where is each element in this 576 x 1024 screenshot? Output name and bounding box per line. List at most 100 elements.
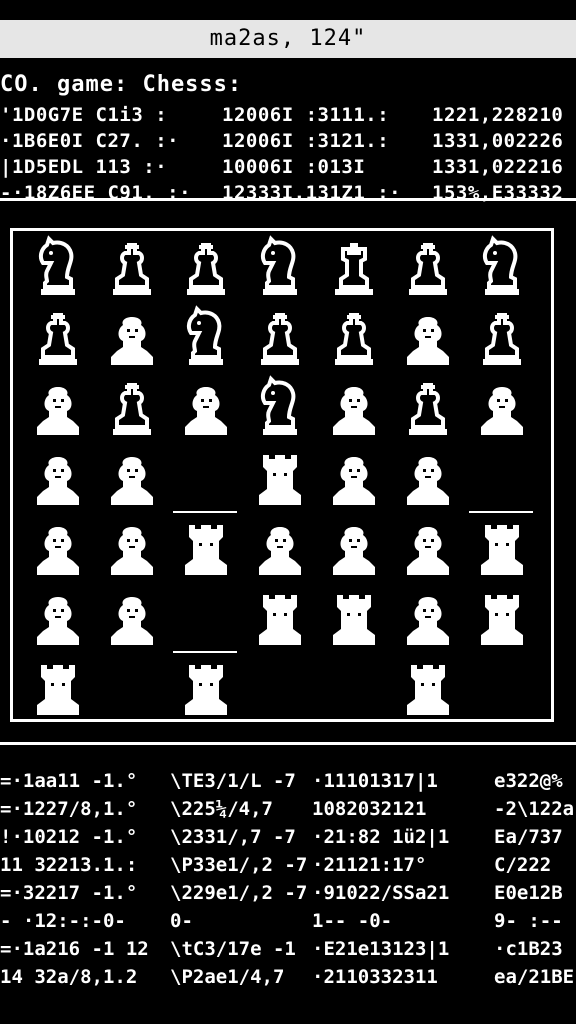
pawn-icon	[37, 387, 79, 435]
table-cell: '1D0G7E C1i3 :	[0, 104, 168, 126]
table-cell: 1-- -0-	[312, 910, 404, 932]
board-square[interactable]	[465, 653, 539, 725]
pawn-icon	[481, 387, 523, 435]
board-square[interactable]	[169, 583, 243, 655]
table-cell: !·10212 -1.°	[0, 826, 138, 848]
board-square[interactable]	[243, 233, 317, 305]
knight-icon	[260, 235, 297, 295]
table-cell: ·11101317|1	[312, 770, 438, 792]
pawn-icon	[37, 457, 79, 505]
board-square[interactable]	[465, 303, 539, 375]
board-square[interactable]	[21, 373, 95, 445]
table-cell: - ·12:-:-0-	[0, 910, 126, 932]
table-cell: \TE3/1/L -7	[170, 770, 296, 792]
board-square[interactable]	[391, 513, 465, 585]
table-cell: ·c1B23	[494, 938, 563, 960]
table-cell: ·1B6E0I C27. :·	[0, 130, 180, 152]
table-row: ·1B6E0I C27. :· 12006I :3121.: 1331,0022…	[0, 130, 576, 154]
board-square[interactable]	[317, 583, 391, 655]
board-square[interactable]	[465, 373, 539, 445]
board-square[interactable]	[391, 303, 465, 375]
board-square[interactable]	[95, 373, 169, 445]
bishop-icon	[113, 243, 151, 295]
bishop-icon	[409, 383, 447, 435]
rook-icon	[37, 665, 79, 715]
board-square[interactable]	[169, 653, 243, 725]
rook-icon	[185, 525, 227, 575]
board-square[interactable]	[95, 583, 169, 655]
table-cell: |1D5EDL 113 :·	[0, 156, 168, 178]
board-square[interactable]	[243, 583, 317, 655]
table-cell: 14 32a/8,1.2	[0, 966, 138, 988]
table-cell: =·1aa11 -1.°	[0, 770, 138, 792]
table-cell: \P33e1/,2 -7	[170, 854, 308, 876]
window-titlebar: ma2as, 124"	[0, 20, 576, 58]
board-square[interactable]	[169, 443, 243, 515]
divider	[0, 198, 576, 201]
table-cell: \P2ae1/4,7	[170, 966, 285, 988]
board-square[interactable]	[21, 443, 95, 515]
bishop-icon	[187, 243, 225, 295]
chess-board[interactable]	[10, 228, 554, 722]
board-square[interactable]	[169, 303, 243, 375]
board-square[interactable]	[95, 303, 169, 375]
board-square[interactable]	[169, 233, 243, 305]
table-row: -·18Z6EE C91. :· 12333I.131Z1 :· 153%,E3…	[0, 182, 576, 206]
table-cell: ea/21BE	[494, 966, 575, 988]
board-square[interactable]	[317, 443, 391, 515]
table-cell: \2331/,7 -7	[170, 826, 296, 848]
board-square[interactable]	[243, 303, 317, 375]
table-cell: \225¼/4,7	[170, 798, 273, 820]
board-square[interactable]	[391, 653, 465, 725]
bishop-icon	[483, 313, 521, 365]
rook-icon	[335, 243, 373, 295]
table-row: !·10212 -1.° \2331/,7 -7 ·21:82 1ü2|1 Ea/73…	[0, 826, 576, 854]
board-square[interactable]	[243, 443, 317, 515]
board-square[interactable]	[243, 513, 317, 585]
pawn-icon	[407, 317, 449, 365]
board-square[interactable]	[95, 443, 169, 515]
board-square[interactable]	[317, 233, 391, 305]
divider	[0, 742, 576, 745]
board-square[interactable]	[95, 233, 169, 305]
board-square[interactable]	[465, 583, 539, 655]
board-square[interactable]	[21, 583, 95, 655]
table-row: '1D0G7E C1i3 : 12006I :3111.: 1221,22821…	[0, 104, 576, 128]
board-square[interactable]	[317, 513, 391, 585]
board-square[interactable]	[391, 443, 465, 515]
board-square[interactable]	[169, 513, 243, 585]
table-cell: ·2110332311	[312, 966, 438, 988]
board-square[interactable]	[465, 443, 539, 515]
table-row: 11 32213.1.: \P33e1/,2 -7·21121:17° C/222	[0, 854, 576, 882]
table-cell: 9- :--	[494, 910, 563, 932]
board-square[interactable]	[21, 653, 95, 725]
table-cell: C/222	[494, 854, 552, 876]
board-square[interactable]	[243, 373, 317, 445]
board-square[interactable]	[243, 653, 317, 725]
board-square[interactable]	[95, 513, 169, 585]
board-square[interactable]	[391, 233, 465, 305]
board-square[interactable]	[21, 513, 95, 585]
table-cell: 1221,228210	[432, 104, 564, 126]
board-square[interactable]	[95, 653, 169, 725]
pawn-icon	[333, 527, 375, 575]
board-square[interactable]	[21, 233, 95, 305]
table-cell: =·1227/8,1.°	[0, 798, 138, 820]
rook-icon	[185, 665, 227, 715]
table-cell: E0e12B	[494, 882, 563, 904]
board-square[interactable]	[21, 303, 95, 375]
bishop-icon	[335, 313, 373, 365]
board-square[interactable]	[317, 373, 391, 445]
table-row: =·32217 -1.° \229e1/,2 -7·91022/SSa21 E0e1…	[0, 882, 576, 910]
board-square[interactable]	[391, 373, 465, 445]
board-square[interactable]	[317, 303, 391, 375]
board-square[interactable]	[317, 653, 391, 725]
board-square[interactable]	[169, 373, 243, 445]
board-square[interactable]	[465, 513, 539, 585]
table-cell: ·21121:17°	[312, 854, 427, 876]
knight-icon	[186, 305, 223, 365]
board-square[interactable]	[391, 583, 465, 655]
pawn-icon	[407, 527, 449, 575]
board-square[interactable]	[465, 233, 539, 305]
rook-icon	[259, 595, 301, 645]
